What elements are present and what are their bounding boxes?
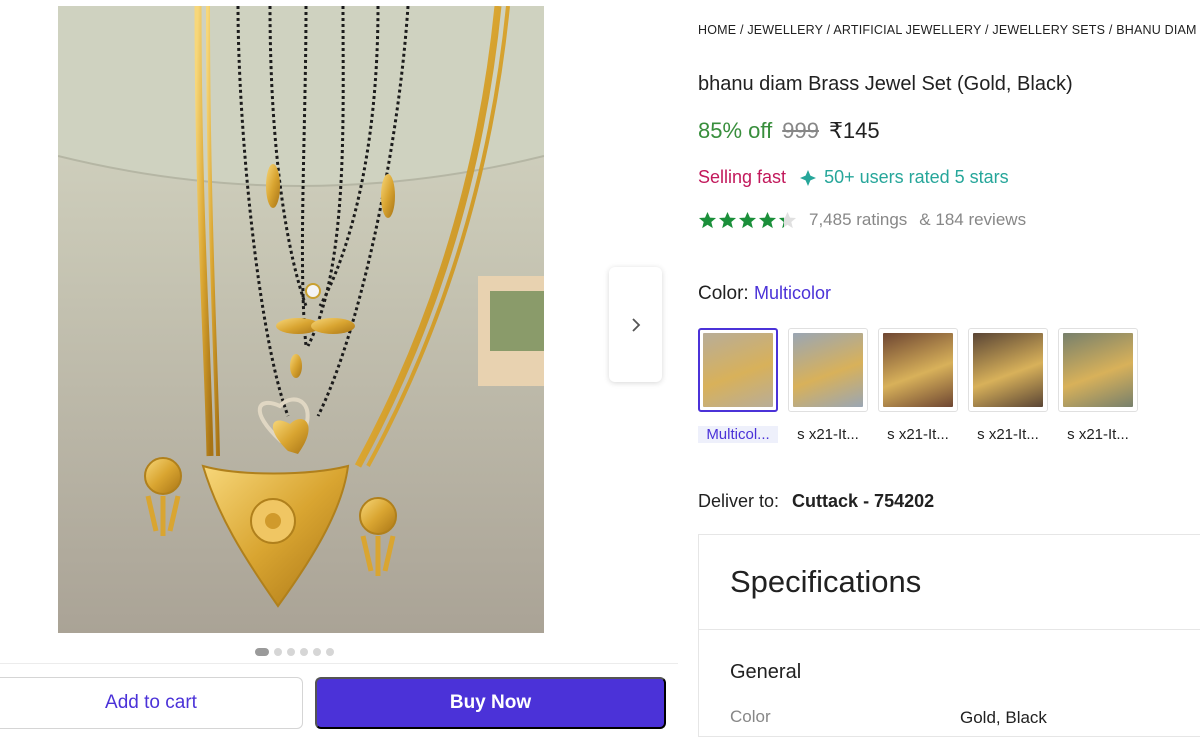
color-swatches[interactable]: Multicol... s x21-It... s x21-It... s x21-I… bbox=[698, 328, 1138, 443]
color-swatch[interactable]: s x21-It... bbox=[878, 328, 958, 443]
swatch-thumbnail[interactable] bbox=[788, 328, 868, 412]
spec-group-heading: General bbox=[730, 661, 802, 683]
swatch-image bbox=[703, 333, 773, 407]
chevron-right-icon bbox=[631, 317, 640, 332]
carousel-dot[interactable] bbox=[326, 648, 334, 656]
color-swatch[interactable]: s x21-It... bbox=[1058, 328, 1138, 443]
original-price: 999 bbox=[782, 118, 819, 143]
swatch-label: s x21-It... bbox=[1067, 426, 1129, 443]
swatch-image bbox=[793, 333, 863, 407]
add-to-cart-button[interactable]: Add to cart bbox=[0, 677, 303, 729]
breadcrumb[interactable]: HOME / JEWELLERY / ARTIFICIAL JEWELLERY … bbox=[698, 23, 1197, 37]
swatch-image bbox=[973, 333, 1043, 407]
selling-price: ₹145 bbox=[828, 118, 880, 143]
swatch-thumbnail[interactable] bbox=[1058, 328, 1138, 412]
discount-percent: 85% off bbox=[698, 118, 773, 143]
specifications-section: Specifications General Color Gold, Black bbox=[698, 534, 1200, 737]
specifications-title: Specifications bbox=[730, 564, 922, 599]
swatch-thumbnail[interactable] bbox=[698, 328, 778, 412]
color-selector-label: Color: Multicolor bbox=[698, 283, 831, 305]
delivery-location[interactable]: Deliver to: Cuttack - 754202 bbox=[698, 491, 934, 512]
reviews-count[interactable]: & 184 reviews bbox=[919, 210, 1026, 230]
swatch-thumbnail[interactable] bbox=[878, 328, 958, 412]
spec-key-color: Color bbox=[730, 707, 771, 726]
buy-now-button[interactable]: Buy Now bbox=[315, 677, 666, 729]
delivery-pincode[interactable]: Cuttack - 754202 bbox=[792, 491, 934, 511]
ratings-count[interactable]: 7,485 ratings bbox=[809, 210, 907, 230]
divider bbox=[699, 629, 1200, 630]
deliver-to-label: Deliver to: bbox=[698, 491, 780, 511]
swatch-label: s x21-It... bbox=[797, 426, 859, 443]
carousel-dot[interactable] bbox=[255, 648, 269, 656]
swatch-thumbnail[interactable] bbox=[968, 328, 1048, 412]
price-row: 85% off 999 ₹145 bbox=[698, 118, 880, 144]
product-image[interactable] bbox=[58, 6, 544, 633]
spec-value-color: Gold, Black bbox=[960, 708, 1047, 727]
swatch-label: s x21-It... bbox=[977, 426, 1039, 443]
selling-fast-badge: Selling fast bbox=[698, 167, 787, 187]
carousel-dot[interactable] bbox=[313, 648, 321, 656]
carousel-dot[interactable] bbox=[300, 648, 308, 656]
color-swatch[interactable]: s x21-It... bbox=[968, 328, 1048, 443]
sparkle-star-icon bbox=[800, 169, 817, 186]
star-icon bbox=[718, 211, 737, 228]
carousel-dots[interactable] bbox=[255, 648, 334, 656]
selected-color: Multicolor bbox=[753, 283, 831, 303]
product-title: bhanu diam Brass Jewel Set (Gold, Black) bbox=[698, 73, 1073, 95]
swatch-label: Multicol... bbox=[698, 426, 778, 443]
color-swatch[interactable]: Multicol... bbox=[698, 328, 778, 443]
color-swatch[interactable]: s x21-It... bbox=[788, 328, 868, 443]
swatch-image bbox=[1063, 333, 1133, 407]
star-icon bbox=[758, 211, 777, 228]
users-rated-text: 50+ users rated 5 stars bbox=[824, 167, 1009, 187]
divider bbox=[0, 663, 678, 664]
color-key: Color: bbox=[698, 283, 749, 304]
jewellery-set-photo bbox=[58, 6, 544, 633]
carousel-dot[interactable] bbox=[287, 648, 295, 656]
star-icon bbox=[778, 211, 797, 228]
star-icon bbox=[738, 211, 757, 228]
swatch-image bbox=[883, 333, 953, 407]
sales-info: Selling fast 50+ users rated 5 stars bbox=[698, 167, 1009, 188]
next-image-button[interactable] bbox=[609, 267, 662, 382]
star-icon bbox=[698, 211, 717, 228]
star-rating bbox=[698, 211, 797, 230]
swatch-label: s x21-It... bbox=[887, 426, 949, 443]
users-rated-badge: 50+ users rated 5 stars bbox=[798, 167, 1009, 188]
carousel-dot[interactable] bbox=[274, 648, 282, 656]
rating-row[interactable]: 7,485 ratings & 184 reviews bbox=[698, 210, 1026, 230]
